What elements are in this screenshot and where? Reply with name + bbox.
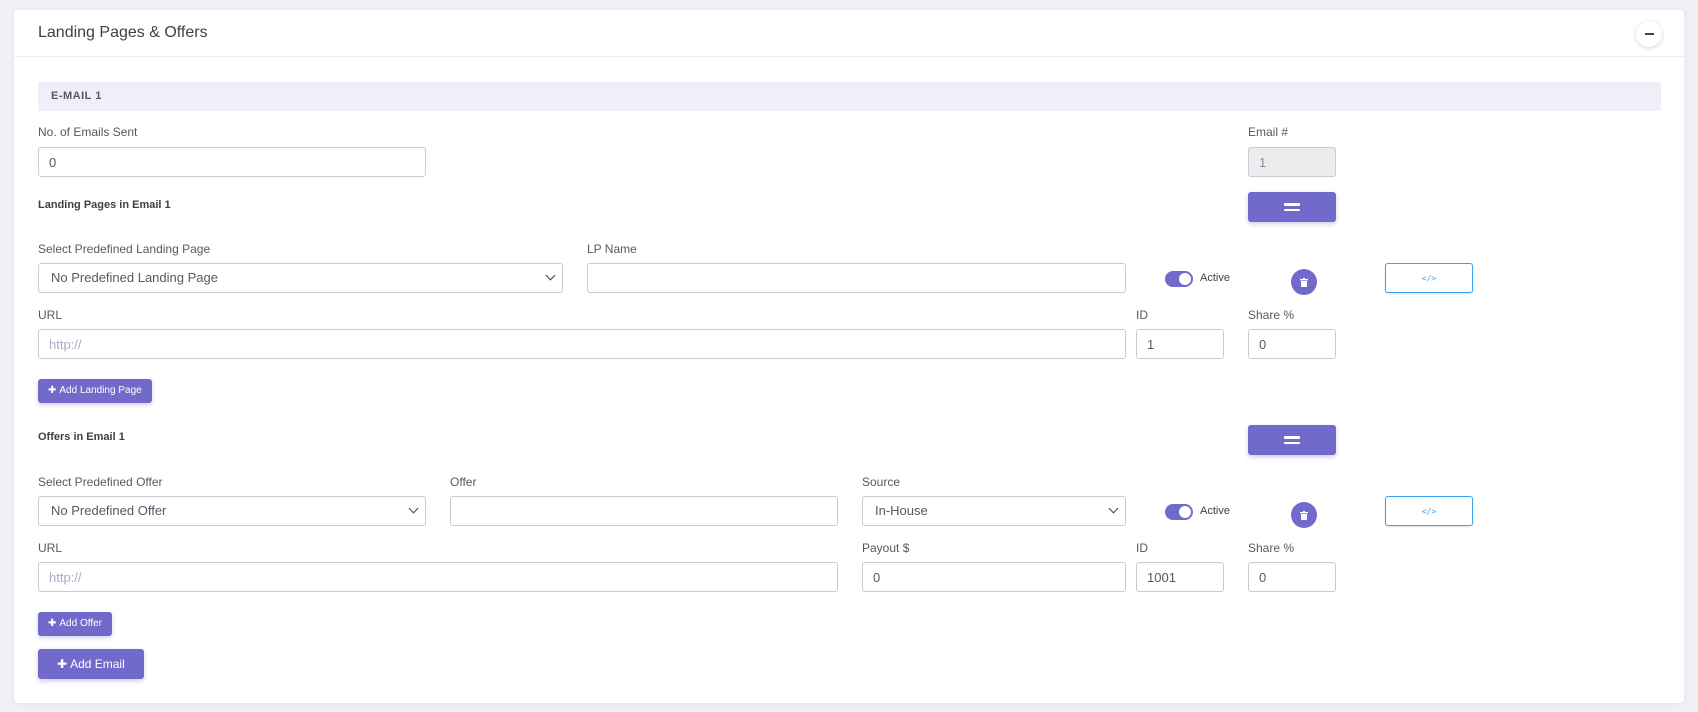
offers-heading: Offers in Email 1	[38, 431, 125, 443]
minus-icon	[1644, 33, 1654, 35]
predefined-offer-value: No Predefined Offer	[51, 503, 167, 518]
offer-code-button[interactable]: </>	[1385, 496, 1473, 526]
add-landing-page-button[interactable]: ✚ Add Landing Page	[38, 379, 152, 403]
offer-active-label: Active	[1200, 505, 1230, 517]
add-offer-button[interactable]: ✚ Add Offer	[38, 612, 113, 636]
predefined-offer-label: Select Predefined Offer	[38, 475, 163, 489]
offer-share-input[interactable]	[1248, 562, 1336, 592]
landing-pages-drag-button[interactable]	[1248, 192, 1336, 222]
code-icon: </>	[1421, 506, 1437, 516]
offer-id-input[interactable]	[1136, 562, 1224, 592]
emails-sent-input[interactable]	[38, 147, 426, 177]
plus-icon: ✚	[57, 657, 68, 671]
lp-share-label: Share %	[1248, 308, 1295, 322]
add-email-button[interactable]: ✚ Add Email	[38, 649, 144, 679]
offer-url-input[interactable]	[38, 562, 838, 592]
predefined-lp-value: No Predefined Landing Page	[51, 270, 218, 285]
email-number-input	[1248, 147, 1336, 177]
landing-pages-heading: Landing Pages in Email 1	[38, 199, 171, 211]
drag-handle-icon	[1284, 436, 1300, 439]
offer-active-toggle[interactable]	[1165, 504, 1193, 520]
source-select[interactable]: In-House	[862, 496, 1126, 526]
trash-icon	[1300, 510, 1308, 520]
chevron-down-icon	[545, 270, 556, 281]
lp-active-label: Active	[1200, 272, 1230, 284]
email-section-title: E-MAIL 1	[51, 90, 102, 102]
code-icon: </>	[1421, 273, 1437, 283]
lp-url-label: URL	[38, 308, 63, 322]
payout-input[interactable]	[862, 562, 1126, 592]
source-label: Source	[862, 475, 901, 489]
offer-url-label: URL	[38, 541, 63, 555]
offer-id-label: ID	[1136, 541, 1148, 555]
offer-label: Offer	[450, 475, 477, 489]
card-title: Landing Pages & Offers	[38, 24, 208, 41]
plus-icon: ✚	[48, 385, 57, 396]
email-number-label: Email #	[1248, 125, 1289, 139]
emails-sent-label: No. of Emails Sent	[38, 125, 138, 139]
predefined-offer-select[interactable]: No Predefined Offer	[38, 496, 426, 526]
trash-icon	[1300, 277, 1308, 287]
card-header: Landing Pages & Offers	[14, 10, 1684, 57]
offer-share-label: Share %	[1248, 541, 1295, 555]
lp-url-input[interactable]	[38, 329, 1126, 359]
offer-input[interactable]	[450, 496, 838, 526]
lp-code-button[interactable]: </>	[1385, 263, 1473, 293]
source-value: In-House	[875, 503, 928, 518]
predefined-lp-select[interactable]: No Predefined Landing Page	[38, 263, 563, 293]
lp-share-input[interactable]	[1248, 329, 1336, 359]
drag-handle-icon	[1284, 203, 1300, 206]
payout-label: Payout $	[862, 541, 910, 555]
add-landing-page-label: Add Landing Page	[59, 385, 142, 396]
landing-pages-card: Landing Pages & Offers E-MAIL 1 No. of E…	[14, 10, 1684, 703]
add-email-label: Add Email	[70, 657, 125, 671]
lp-id-label: ID	[1136, 308, 1148, 322]
lp-name-label: LP Name	[587, 242, 637, 256]
offers-drag-button[interactable]	[1248, 425, 1336, 455]
collapse-button[interactable]	[1636, 21, 1662, 47]
email-section-header: E-MAIL 1	[38, 82, 1661, 111]
lp-delete-button[interactable]	[1291, 269, 1317, 295]
lp-id-input[interactable]	[1136, 329, 1224, 359]
chevron-down-icon	[408, 503, 419, 514]
lp-name-input[interactable]	[587, 263, 1126, 293]
plus-icon: ✚	[48, 618, 57, 629]
chevron-down-icon	[1108, 503, 1119, 514]
predefined-lp-label: Select Predefined Landing Page	[38, 242, 211, 256]
offer-delete-button[interactable]	[1291, 502, 1317, 528]
lp-active-toggle[interactable]	[1165, 271, 1193, 287]
add-offer-label: Add Offer	[59, 618, 103, 629]
